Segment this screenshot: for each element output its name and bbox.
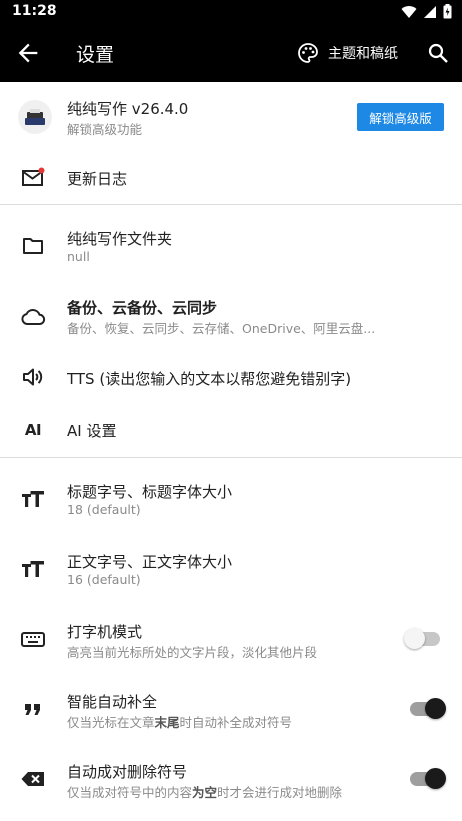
- auto-delete-subtitle: 仅当成对符号中的内容为空时才会进行成对地删除: [67, 782, 342, 801]
- body-font-size-title: 正文字号、正文字体大小: [67, 553, 233, 571]
- keyboard-icon: [20, 626, 46, 652]
- ai-icon-text: AI: [24, 421, 42, 439]
- folder-item[interactable]: 纯纯写作文件夹 null: [0, 218, 462, 276]
- typewriter-mode-subtitle: 高亮当前光标所处的文字片段，淡化其他片段: [67, 645, 318, 660]
- app-bar: 设置 主题和稿纸: [0, 24, 462, 82]
- signal-icon: [424, 5, 436, 18]
- wifi-icon: [401, 5, 417, 18]
- theme-label: 主题和稿纸: [328, 46, 398, 62]
- subtitle-part: 时自动补全成对符号: [179, 715, 293, 730]
- battery-icon: [443, 4, 452, 19]
- status-bar: 11:28: [0, 0, 462, 24]
- auto-delete-item[interactable]: 自动成对删除符号 仅当成对符号中的内容为空时才会进行成对地删除: [0, 750, 462, 810]
- ai-settings-item[interactable]: AI AI 设置: [0, 406, 462, 454]
- auto-delete-title: 自动成对删除符号: [67, 763, 188, 781]
- theme-button[interactable]: 主题和稿纸: [296, 40, 398, 66]
- backup-subtitle: 备份、恢复、云同步、云存储、OneDrive、阿里云盘...: [67, 321, 376, 336]
- subtitle-part: 时才会进行成对地删除: [217, 785, 343, 800]
- app-version-title: 纯纯写作 v26.4.0: [67, 100, 189, 118]
- title-font-size-value: 18 (default): [67, 502, 141, 517]
- quote-icon: [20, 696, 46, 722]
- backup-item[interactable]: 备份、云备份、云同步 备份、恢复、云同步、云存储、OneDrive、阿里云盘..…: [0, 287, 462, 347]
- tts-item[interactable]: TTS (读出您输入的文本以帮您避免错别字): [0, 352, 462, 402]
- text-size-icon: [20, 556, 46, 582]
- typewriter-mode-item[interactable]: 打字机模式 高亮当前光标所处的文字片段，淡化其他片段: [0, 610, 462, 670]
- title-font-size-title: 标题字号、标题字体大小: [67, 483, 233, 501]
- app-avatar: [18, 100, 52, 134]
- title-font-size-item[interactable]: 标题字号、标题字体大小 18 (default): [0, 470, 462, 530]
- backspace-icon: [20, 766, 46, 792]
- body-font-size-item[interactable]: 正文字号、正文字体大小 16 (default): [0, 540, 462, 600]
- subtitle-part: 仅当成对符号中的内容: [67, 785, 193, 800]
- typewriter-mode-title: 打字机模式: [67, 623, 143, 641]
- auto-delete-toggle[interactable]: [410, 768, 446, 789]
- toggle-knob: [425, 768, 446, 789]
- back-arrow-icon[interactable]: [14, 39, 42, 67]
- subtitle-part: 仅当光标在文章: [67, 715, 155, 730]
- toggle-knob: [425, 698, 446, 719]
- typewriter-mode-toggle[interactable]: [404, 628, 440, 649]
- ai-settings-title: AI 设置: [67, 422, 117, 440]
- status-icons: [401, 4, 452, 19]
- ai-icon: AI: [20, 417, 46, 443]
- cloud-icon: [20, 304, 46, 330]
- folder-icon: [20, 233, 46, 259]
- subtitle-emphasis: 为空: [192, 785, 218, 800]
- mail-icon: [20, 165, 46, 191]
- subtitle-emphasis: 末尾: [154, 715, 180, 730]
- toggle-knob: [404, 628, 425, 649]
- backup-title: 备份、云备份、云同步: [67, 299, 218, 317]
- search-icon[interactable]: [426, 41, 450, 65]
- auto-complete-title: 智能自动补全: [67, 693, 158, 711]
- auto-complete-subtitle: 仅当光标在文章末尾时自动补全成对符号: [67, 712, 292, 731]
- text-size-icon: [20, 486, 46, 512]
- changelog-title: 更新日志: [67, 170, 128, 188]
- page-title: 设置: [76, 44, 115, 66]
- body-font-size-value: 16 (default): [67, 572, 141, 587]
- auto-complete-toggle[interactable]: [410, 698, 446, 719]
- folder-title: 纯纯写作文件夹: [67, 230, 173, 248]
- unlock-premium-button[interactable]: 解锁高级版: [357, 103, 444, 131]
- folder-subtitle: null: [67, 249, 90, 264]
- changelog-item[interactable]: 更新日志: [0, 152, 462, 204]
- unlock-features-subtitle: 解锁高级功能: [67, 122, 143, 137]
- divider: [0, 204, 462, 205]
- palette-icon: [298, 43, 318, 63]
- divider: [0, 457, 462, 458]
- tts-title: TTS (读出您输入的文本以帮您避免错别字): [67, 370, 352, 388]
- auto-complete-item[interactable]: 智能自动补全 仅当光标在文章末尾时自动补全成对符号: [0, 680, 462, 740]
- speaker-icon: [20, 364, 46, 390]
- status-time: 11:28: [12, 3, 57, 19]
- typewriter-logo-icon: [25, 109, 45, 125]
